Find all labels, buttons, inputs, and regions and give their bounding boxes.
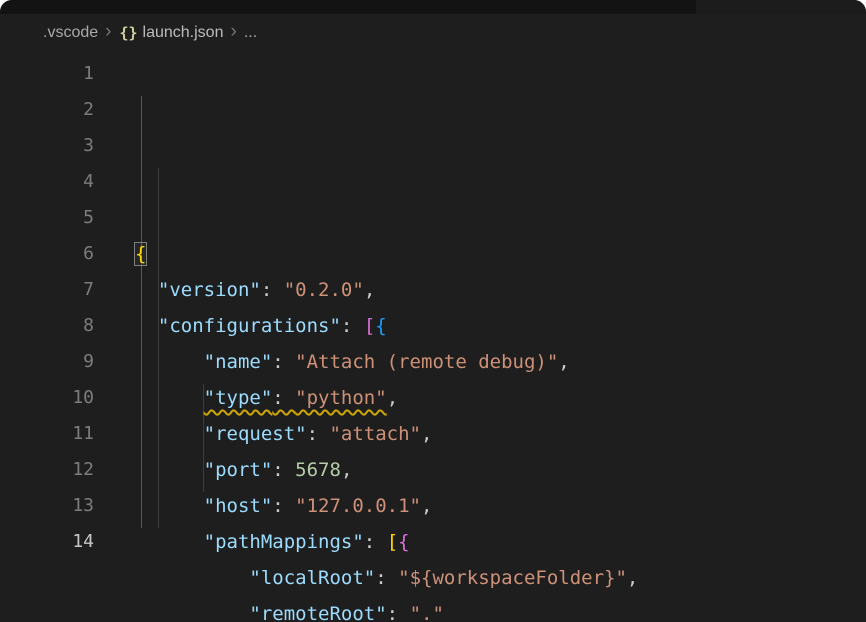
token: , xyxy=(387,387,398,409)
token: "${workspaceFolder}" xyxy=(398,567,627,589)
token: , xyxy=(558,351,569,373)
token: [ xyxy=(364,315,375,337)
token: , xyxy=(341,459,352,481)
line-number[interactable]: 14 xyxy=(0,524,94,560)
token: : xyxy=(272,459,295,481)
code-area[interactable]: { "version": "0.2.0", "configurations": … xyxy=(94,56,866,622)
token: : xyxy=(375,567,398,589)
token xyxy=(135,351,204,373)
code-line[interactable]: "request": "attach", xyxy=(135,416,866,452)
token: "." xyxy=(410,603,444,622)
window-top-strip xyxy=(0,0,866,14)
token: "localRoot" xyxy=(249,567,375,589)
token xyxy=(135,531,204,553)
token: "name" xyxy=(204,351,273,373)
chevron-right-icon: › xyxy=(230,21,236,43)
token: : xyxy=(387,603,410,622)
token xyxy=(135,423,204,445)
token: "attach" xyxy=(329,423,421,445)
token: "host" xyxy=(204,495,273,517)
code-line[interactable]: { xyxy=(135,236,866,272)
token: [ xyxy=(387,531,398,553)
token: { xyxy=(398,531,409,553)
tab-bar-empty-area xyxy=(696,0,866,14)
token: "Attach (remote debug)" xyxy=(295,351,558,373)
token: , xyxy=(421,423,432,445)
breadcrumb-folder[interactable]: .vscode xyxy=(43,24,98,42)
gutter[interactable]: 1234567891011121314 xyxy=(0,56,94,622)
token xyxy=(135,315,158,337)
line-number[interactable]: 11 xyxy=(0,416,94,452)
token: { xyxy=(135,243,146,265)
chevron-right-icon: › xyxy=(105,21,111,43)
line-number[interactable]: 12 xyxy=(0,452,94,488)
token xyxy=(135,459,204,481)
line-number[interactable]: 9 xyxy=(0,344,94,380)
token: 5678 xyxy=(295,459,341,481)
json-file-icon: {} xyxy=(119,24,137,42)
line-number[interactable]: 8 xyxy=(0,308,94,344)
token: "pathMappings" xyxy=(204,531,364,553)
token: : xyxy=(341,315,364,337)
token: "remoteRoot" xyxy=(249,603,386,622)
token xyxy=(135,567,249,589)
token: : xyxy=(261,279,284,301)
token: { xyxy=(375,315,386,337)
line-number[interactable]: 5 xyxy=(0,200,94,236)
token: "type" xyxy=(204,387,273,409)
breadcrumb-file[interactable]: launch.json xyxy=(143,24,224,42)
breadcrumb-bar: .vscode › {} launch.json › ... xyxy=(0,14,866,52)
line-number[interactable]: 2 xyxy=(0,92,94,128)
line-number[interactable]: 1 xyxy=(0,56,94,92)
breadcrumb-symbol-ellipsis[interactable]: ... xyxy=(244,24,257,42)
token: "0.2.0" xyxy=(284,279,364,301)
token xyxy=(135,279,158,301)
token: : xyxy=(272,351,295,373)
token: , xyxy=(421,495,432,517)
code-line[interactable]: "host": "127.0.0.1", xyxy=(135,488,866,524)
line-number[interactable]: 13 xyxy=(0,488,94,524)
code-line[interactable]: "port": 5678, xyxy=(135,452,866,488)
vscode-editor-window: .vscode › {} launch.json › ... 123456789… xyxy=(0,0,866,622)
token: , xyxy=(364,279,375,301)
code-line[interactable]: "type": "python", xyxy=(135,380,866,416)
line-number[interactable]: 7 xyxy=(0,272,94,308)
code-line[interactable]: "configurations": [{ xyxy=(135,308,866,344)
token: : xyxy=(272,495,295,517)
token: "port" xyxy=(204,459,273,481)
line-number[interactable]: 3 xyxy=(0,128,94,164)
code-line[interactable]: "remoteRoot": "." xyxy=(135,596,866,622)
token: : xyxy=(272,387,295,409)
token: "127.0.0.1" xyxy=(295,495,421,517)
token: "request" xyxy=(204,423,307,445)
code-line[interactable]: "pathMappings": [{ xyxy=(135,524,866,560)
token: "python" xyxy=(295,387,387,409)
token: : xyxy=(364,531,387,553)
line-number[interactable]: 10 xyxy=(0,380,94,416)
editor-area: 1234567891011121314 { "version": "0.2.0"… xyxy=(0,52,866,622)
token: "version" xyxy=(158,279,261,301)
token xyxy=(135,603,249,622)
token: : xyxy=(307,423,330,445)
code-line[interactable]: "version": "0.2.0", xyxy=(135,272,866,308)
code-line[interactable]: "localRoot": "${workspaceFolder}", xyxy=(135,560,866,596)
token xyxy=(135,387,204,409)
token xyxy=(135,495,204,517)
token: "configurations" xyxy=(158,315,341,337)
line-number[interactable]: 6 xyxy=(0,236,94,272)
token: , xyxy=(627,567,638,589)
line-number[interactable]: 4 xyxy=(0,164,94,200)
code-lines: { "version": "0.2.0", "configurations": … xyxy=(135,236,866,622)
code-line[interactable]: "name": "Attach (remote debug)", xyxy=(135,344,866,380)
